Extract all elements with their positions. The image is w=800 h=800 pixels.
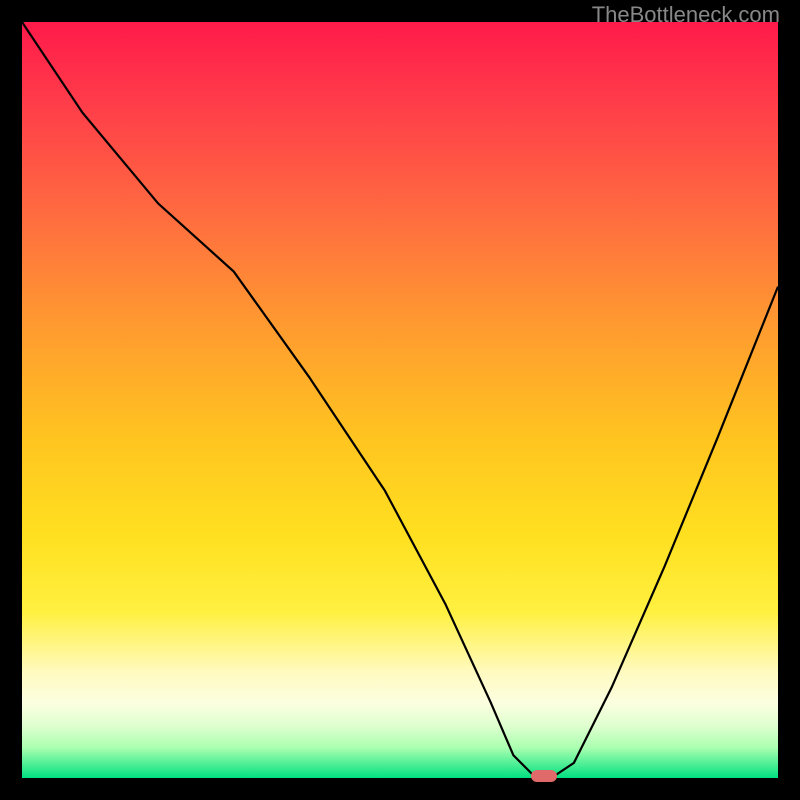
optimal-point-marker [531,770,557,782]
gradient-plot-background [22,22,778,778]
watermark-text: TheBottleneck.com [592,2,780,28]
